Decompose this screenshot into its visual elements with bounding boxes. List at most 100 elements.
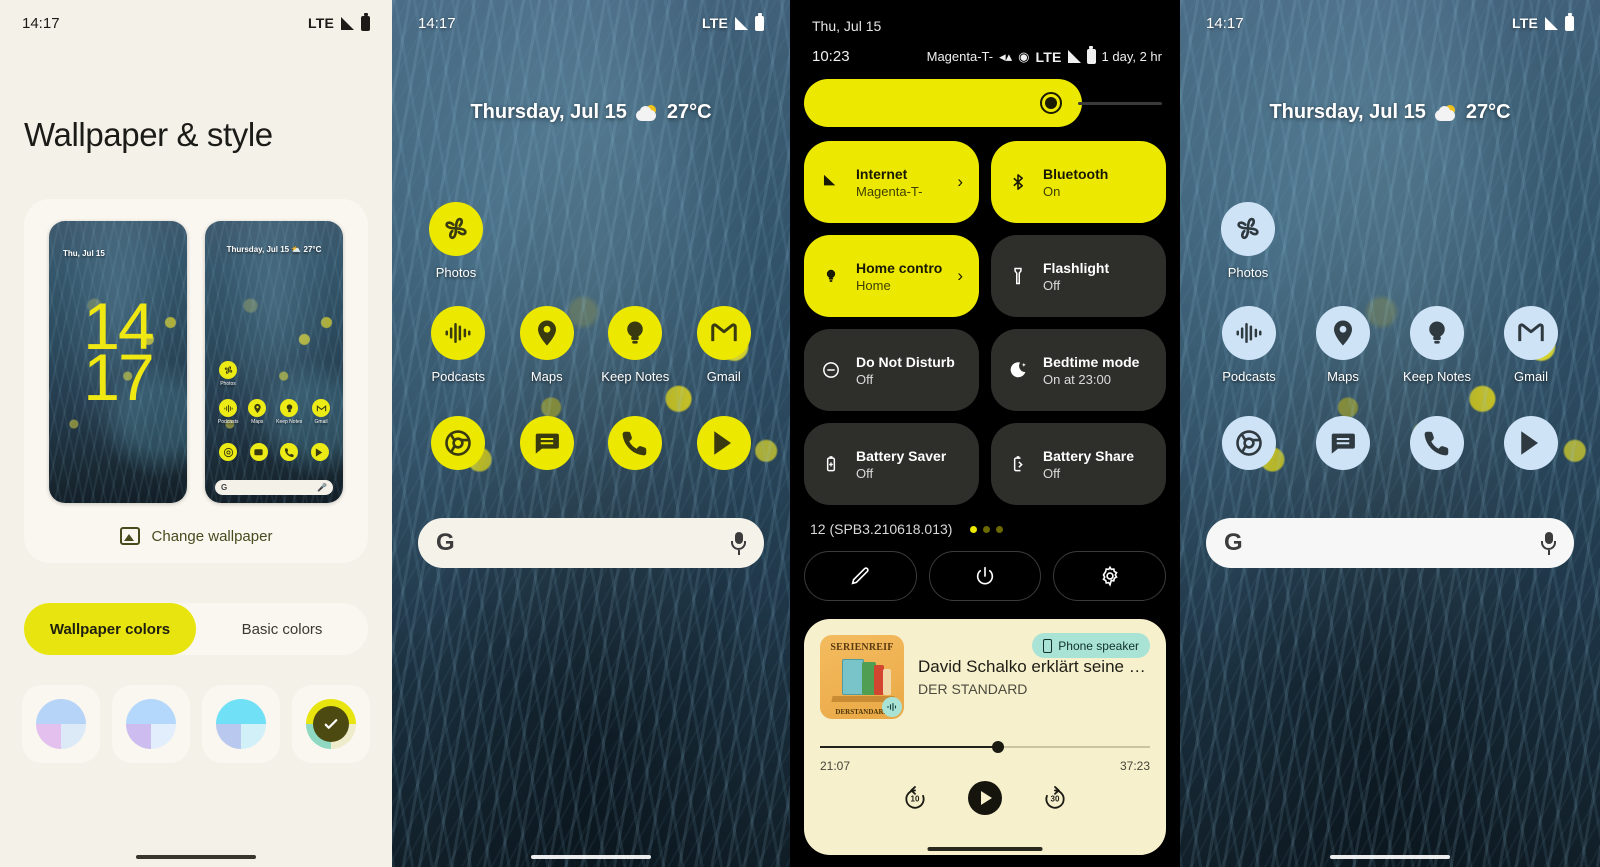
tile-flashlight[interactable]: Flashlight Off xyxy=(991,235,1166,317)
brightness-track[interactable] xyxy=(1078,101,1162,105)
mic-icon[interactable] xyxy=(731,530,746,556)
panel-home-screen-yellow: 14:17 LTE Thursday, Jul 15 27°C Photos P… xyxy=(392,0,790,867)
tab-wallpaper-colors[interactable]: Wallpaper colors xyxy=(24,603,196,655)
preview-app-label: Photos xyxy=(220,381,236,387)
app-maps[interactable]: Maps xyxy=(503,306,592,384)
settings-button[interactable] xyxy=(1053,551,1167,601)
status-time: 14:17 xyxy=(22,14,60,32)
tile-title: Battery Saver xyxy=(856,447,947,464)
maps-icon xyxy=(519,306,574,360)
dock-play-store[interactable] xyxy=(680,416,769,470)
app-keep-notes[interactable]: Keep Notes xyxy=(1390,306,1484,384)
app-maps[interactable]: Maps xyxy=(1296,306,1390,384)
play-store-icon xyxy=(1504,416,1558,470)
dock-phone[interactable] xyxy=(1390,416,1484,470)
podcasts-icon xyxy=(431,306,486,360)
home-screen-preview[interactable]: Thursday, Jul 15 ⛅ 27°C Photos Podcasts … xyxy=(205,221,343,503)
output-device-chip[interactable]: Phone speaker xyxy=(1032,633,1150,658)
tile-bedtime-mode[interactable]: Bedtime mode On at 23:00 xyxy=(991,329,1166,411)
keep-notes-icon xyxy=(1410,306,1464,360)
forward-30-button[interactable]: 30 xyxy=(1040,783,1070,813)
dock-phone[interactable] xyxy=(591,416,680,470)
tile-battery-share[interactable]: Battery Share Off xyxy=(991,423,1166,505)
bluetooth-icon xyxy=(1007,171,1029,193)
podcasts-app-badge-icon xyxy=(882,697,902,717)
page-dot-2[interactable] xyxy=(983,525,991,533)
app-gmail[interactable]: Gmail xyxy=(680,306,769,384)
change-wallpaper-button[interactable]: Change wallpaper xyxy=(24,527,368,545)
dock-messages[interactable] xyxy=(503,416,592,470)
change-wallpaper-label: Change wallpaper xyxy=(151,527,273,545)
signal-icon xyxy=(1067,50,1081,63)
output-device-label: Phone speaker xyxy=(1058,638,1139,653)
tile-subtitle: Magenta-T- xyxy=(856,183,923,199)
tile-do-not-disturb[interactable]: Do Not Disturb Off xyxy=(804,329,979,411)
forward-amount-label: 30 xyxy=(1050,794,1060,804)
battery-remaining-label: 1 day, 2 hr xyxy=(1101,49,1162,64)
preview-app-maps: Maps xyxy=(248,399,267,425)
chevron-right-icon[interactable]: › xyxy=(957,172,963,192)
battery-icon xyxy=(1565,12,1574,31)
search-bar[interactable]: G xyxy=(418,518,764,568)
mic-icon[interactable] xyxy=(1541,530,1556,556)
swatch-option-4-selected[interactable] xyxy=(292,685,370,763)
app-podcasts[interactable]: Podcasts xyxy=(1202,306,1296,384)
page-title: Wallpaper & style xyxy=(24,116,273,153)
brightness-slider[interactable] xyxy=(804,79,1082,127)
tile-internet[interactable]: Internet Magenta-T- › xyxy=(804,141,979,223)
swatch-option-3[interactable] xyxy=(202,685,280,763)
app-keep-notes[interactable]: Keep Notes xyxy=(591,306,680,384)
dock-chrome[interactable] xyxy=(414,416,503,470)
dock-play-store[interactable] xyxy=(1484,416,1578,470)
app-gmail[interactable]: Gmail xyxy=(1484,306,1578,384)
tile-subtitle: Off xyxy=(856,465,874,481)
messages-icon xyxy=(1316,416,1370,470)
play-store-icon xyxy=(310,443,329,461)
page-dot-1[interactable] xyxy=(970,525,978,533)
play-button[interactable] xyxy=(968,781,1002,815)
tile-home-controls[interactable]: Home contro Home › xyxy=(804,235,979,317)
page-dot-3[interactable] xyxy=(996,525,1004,533)
app-podcasts[interactable]: Podcasts xyxy=(414,306,503,384)
page-dots[interactable] xyxy=(970,525,1004,533)
date-weather-widget[interactable]: Thursday, Jul 15 27°C xyxy=(1180,101,1600,124)
media-player-notification[interactable]: Phone speaker SERIENREIF DERSTANDARD Dav… xyxy=(804,619,1166,855)
search-bar[interactable]: G xyxy=(1206,518,1574,568)
swatch-option-2[interactable] xyxy=(112,685,190,763)
chevron-right-icon[interactable]: › xyxy=(957,266,963,286)
tile-battery-saver[interactable]: Battery Saver Off xyxy=(804,423,979,505)
swatch-option-1[interactable] xyxy=(22,685,100,763)
keep-notes-icon xyxy=(608,306,663,360)
gmail-icon xyxy=(696,306,751,360)
date-weather-widget[interactable]: Thursday, Jul 15 27°C xyxy=(392,101,790,124)
dock-chrome[interactable] xyxy=(1202,416,1296,470)
battery-icon xyxy=(755,12,764,31)
preview-app-photos: Photos xyxy=(219,361,237,387)
progress-knob[interactable] xyxy=(992,741,1005,753)
network-type-label: LTE xyxy=(1511,15,1538,31)
battery-icon xyxy=(361,12,370,31)
dock-messages[interactable] xyxy=(1296,416,1390,470)
preview-clock-minutes: 17 xyxy=(83,340,154,415)
app-photos[interactable]: Photos xyxy=(1210,202,1286,280)
app-photos[interactable]: Photos xyxy=(418,202,494,280)
preview-home-date: Thursday, Jul 15 ⛅ 27°C xyxy=(226,245,322,254)
brightness-icon xyxy=(1040,92,1062,114)
tab-basic-colors[interactable]: Basic colors xyxy=(196,603,368,655)
edit-button[interactable] xyxy=(804,551,917,601)
app-label: Keep Notes xyxy=(1403,369,1471,384)
media-progress-slider[interactable] xyxy=(820,741,1150,753)
preview-row-2: Podcasts Maps Keep Notes Gmail xyxy=(205,399,343,425)
phone-icon xyxy=(1410,416,1464,470)
tile-title: Home contro xyxy=(856,259,943,276)
rewind-10-button[interactable]: 10 xyxy=(900,783,930,813)
app-label: Keep Notes xyxy=(601,369,670,384)
qs-status-indicators: Magenta-T- ◂▴ ◉ LTE 1 day, 2 hr xyxy=(927,46,1162,65)
tile-subtitle: Home xyxy=(856,277,891,293)
tile-bluetooth[interactable]: Bluetooth On xyxy=(991,141,1166,223)
maps-icon xyxy=(248,399,267,417)
power-button[interactable] xyxy=(928,551,1042,601)
lock-screen-preview[interactable]: Thu, Jul 15 14 17 xyxy=(49,221,187,503)
preview-app-gmail: Gmail xyxy=(312,399,331,425)
google-logo: G xyxy=(1224,529,1243,556)
